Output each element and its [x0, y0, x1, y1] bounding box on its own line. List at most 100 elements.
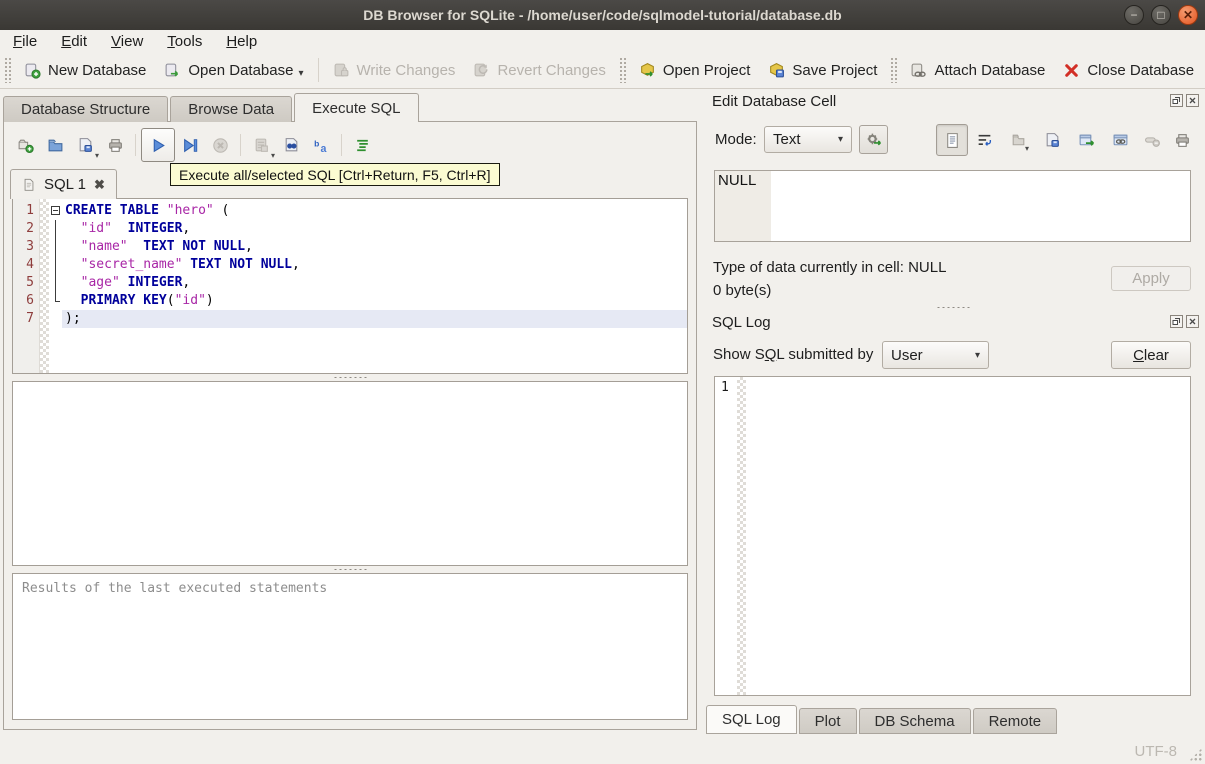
open-database-button[interactable]: Open Database ▾: [155, 58, 312, 83]
cell-size-info: 0 byte(s): [713, 282, 772, 299]
save-results-dropdown-icon[interactable]: ▾: [271, 151, 275, 160]
format-sql-button[interactable]: [347, 130, 377, 160]
menu-view[interactable]: View: [111, 33, 143, 50]
edit-cell-panel-buttons: [1170, 94, 1199, 107]
sql-code-editor[interactable]: 1234567 CREATE TABLE "hero" ( "id" INTEG…: [12, 198, 688, 374]
mode-select[interactable]: Text ▾: [764, 126, 852, 153]
menu-edit[interactable]: Edit: [61, 33, 87, 50]
execute-tooltip: Execute all/selected SQL [Ctrl+Return, F…: [170, 163, 500, 186]
cell-editor-body[interactable]: [771, 171, 1190, 241]
auto-complete-button[interactable]: ba: [306, 130, 336, 160]
toolbar-drag-handle[interactable]: [4, 57, 11, 83]
sql-code-lines[interactable]: CREATE TABLE "hero" ( "id" INTEGER, "nam…: [62, 199, 687, 373]
save-results-icon: [253, 137, 270, 154]
print-sql-button[interactable]: [100, 130, 130, 160]
new-sql-tab-button[interactable]: [10, 130, 40, 160]
sql-log-panel-title: SQL Log: [712, 314, 771, 331]
print-cell-icon: [1174, 132, 1191, 149]
close-database-button[interactable]: Close Database: [1054, 58, 1203, 83]
sql-document-tab[interactable]: SQL 1 ✖: [10, 169, 117, 199]
float-panel-icon[interactable]: [1170, 315, 1183, 328]
main-tab-bar: Database Structure Browse Data Execute S…: [3, 93, 421, 123]
sql-line-numbers: 1234567: [13, 199, 40, 373]
print-sql-icon: [107, 137, 124, 154]
menu-file[interactable]: File: [13, 33, 37, 50]
resize-grip-icon[interactable]: [1189, 748, 1202, 761]
tab-db-schema[interactable]: DB Schema: [858, 708, 971, 734]
cell-value-editor[interactable]: NULL: [714, 170, 1191, 242]
tab-plot[interactable]: Plot: [798, 708, 857, 734]
menu-help[interactable]: Help: [226, 33, 257, 50]
log-body[interactable]: [746, 377, 1190, 695]
write-changes-button[interactable]: Write Changes: [324, 58, 465, 83]
set-null-icon: [1144, 132, 1161, 149]
menu-tools[interactable]: Tools: [167, 33, 202, 50]
tab-browse-data[interactable]: Browse Data: [170, 96, 293, 122]
link-button[interactable]: [1108, 127, 1132, 153]
log-filter-select[interactable]: User ▾: [882, 341, 989, 369]
tab-sql-log[interactable]: SQL Log: [706, 705, 797, 734]
open-project-button[interactable]: Open Project: [630, 58, 760, 83]
toolbar-drag-handle[interactable]: [890, 57, 898, 83]
find-button[interactable]: [276, 130, 306, 160]
chevron-down-icon: ▾: [974, 349, 980, 361]
set-null-button[interactable]: [1140, 127, 1164, 153]
sql-editor-toolbar: ▾ ▾ ba: [10, 127, 377, 163]
toolbar-separator: [135, 134, 136, 156]
import-data-dropdown-icon[interactable]: ▾: [1025, 144, 1029, 153]
save-project-button[interactable]: Save Project: [759, 58, 886, 83]
minimize-button[interactable]: −: [1124, 5, 1144, 25]
fold-margin[interactable]: [49, 199, 62, 373]
import-settings-button[interactable]: [859, 125, 888, 154]
save-as-button[interactable]: [1040, 127, 1064, 153]
stop-button[interactable]: [205, 130, 235, 160]
main-toolbar: New Database Open Database ▾ Write Chang…: [0, 52, 1205, 89]
export-button[interactable]: [1074, 127, 1098, 153]
chevron-down-icon: ▾: [837, 134, 843, 145]
results-placeholder: Results of the last executed statements: [22, 581, 328, 596]
find-icon: [283, 137, 300, 154]
open-database-icon: [164, 62, 181, 79]
log-line-number: 1: [721, 380, 729, 395]
clear-log-button[interactable]: Clear: [1111, 341, 1191, 369]
log-margin: [737, 377, 746, 695]
save-sql-dropdown-icon[interactable]: ▾: [95, 151, 99, 160]
import-data-button[interactable]: ▾: [1006, 127, 1030, 153]
save-sql-file-icon: [77, 137, 94, 154]
apply-button[interactable]: Apply: [1111, 266, 1191, 291]
close-sql-tab-icon[interactable]: ✖: [94, 177, 105, 193]
execute-line-button[interactable]: [175, 130, 205, 160]
encoding-label: UTF-8: [1134, 743, 1178, 760]
results-pane[interactable]: Results of the last executed statements: [12, 573, 688, 720]
open-sql-file-button[interactable]: [40, 130, 70, 160]
save-sql-file-button[interactable]: ▾: [70, 130, 100, 160]
attach-database-button[interactable]: Attach Database: [901, 58, 1054, 83]
sql-file-icon: [22, 178, 36, 192]
open-database-dropdown-icon[interactable]: ▾: [298, 68, 303, 79]
splitter-handle[interactable]: [4, 374, 696, 380]
status-bar: UTF-8: [0, 732, 1205, 764]
print-cell-button[interactable]: [1170, 127, 1194, 153]
splitter-handle[interactable]: [700, 304, 1205, 310]
close-panel-icon[interactable]: [1186, 94, 1199, 107]
save-results-button[interactable]: ▾: [246, 130, 276, 160]
maximize-button[interactable]: □: [1151, 5, 1171, 25]
new-database-button[interactable]: New Database: [15, 58, 155, 83]
revert-changes-button[interactable]: Revert Changes: [464, 58, 614, 83]
tab-database-structure[interactable]: Database Structure: [3, 96, 169, 122]
toolbar-drag-handle[interactable]: [618, 57, 626, 83]
text-mode-button[interactable]: [936, 124, 968, 156]
sql-log-editor[interactable]: 1: [714, 376, 1191, 696]
write-changes-icon: [333, 62, 350, 79]
cell-type-info: Type of data currently in cell: NULL: [713, 259, 947, 276]
close-button[interactable]: ✕: [1178, 5, 1198, 25]
word-wrap-button[interactable]: [972, 127, 996, 153]
tab-execute-sql[interactable]: Execute SQL: [294, 93, 419, 123]
splitter-handle[interactable]: [4, 566, 696, 572]
import-settings-icon: [865, 131, 882, 148]
tab-remote[interactable]: Remote: [972, 708, 1058, 734]
edit-pane-empty[interactable]: [12, 381, 688, 566]
execute-all-button[interactable]: [141, 128, 175, 162]
close-panel-icon[interactable]: [1186, 315, 1199, 328]
float-panel-icon[interactable]: [1170, 94, 1183, 107]
